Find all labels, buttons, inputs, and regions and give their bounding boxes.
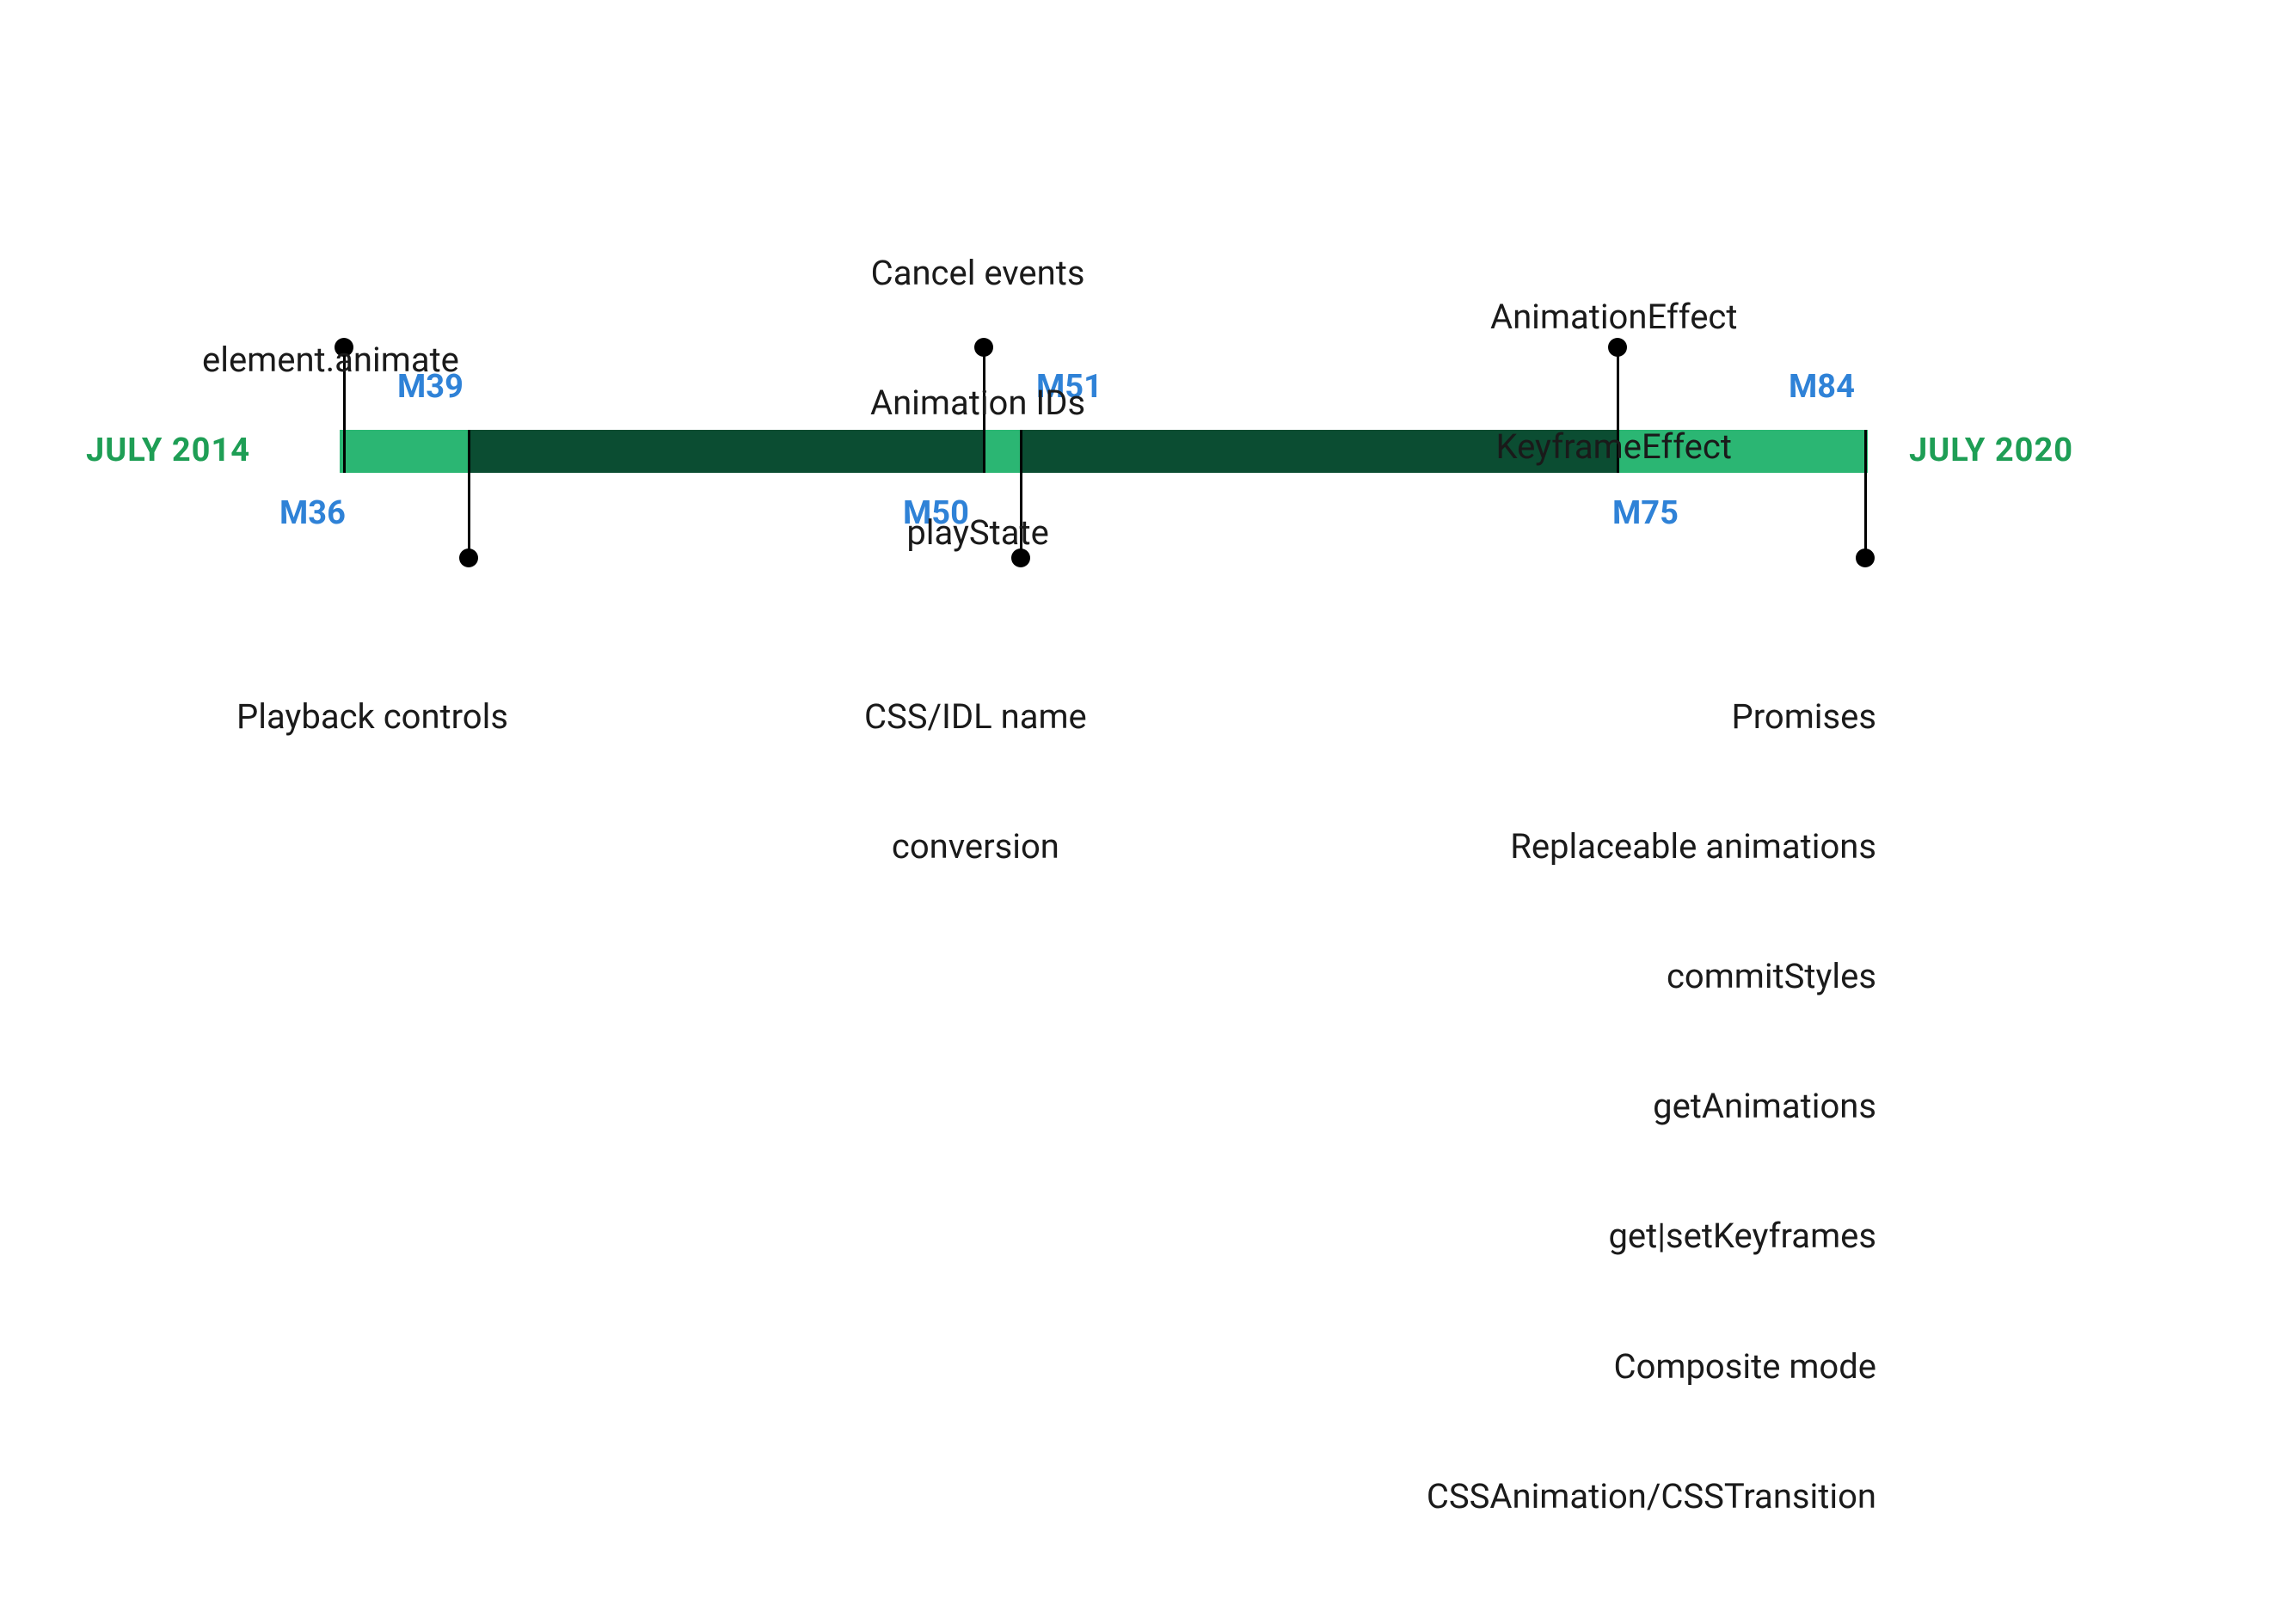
version-label-m84: M84 [1789,368,1855,406]
stem-m84 [1864,430,1867,556]
desc-m50: CSS/IDL name conversion [864,609,1087,955]
version-label-m36: M36 [279,494,346,532]
desc-line: getAnimations [1427,1085,1876,1128]
desc-line: playState [870,512,1085,554]
dot-m39 [459,548,478,567]
desc-m84: Promises Replaceable animations commitSt… [1427,609,1876,1605]
desc-line: AnimationEffect [1490,296,1737,339]
desc-m51: Cancel events Animation IDs playState [870,165,1085,641]
desc-line: Animation IDs [870,382,1085,425]
desc-m39: Playback controls [236,609,508,825]
end-date-label: JULY 2020 [1909,432,2073,469]
desc-line: Cancel events [870,252,1085,295]
desc-line: Replaceable animations [1427,825,1876,868]
timeline-diagram: JULY 2014 JULY 2020 M36 element.animate … [0,0,2296,1073]
desc-line: Playback controls [236,695,508,738]
stem-m39 [468,430,470,556]
desc-m36: element.animate [202,252,459,469]
desc-line: commitStyles [1427,955,1876,998]
desc-line: CSSAnimation/CSSTransition [1427,1475,1876,1518]
desc-line: Promises [1427,695,1876,738]
desc-line: Composite mode [1427,1345,1876,1388]
dot-m84 [1856,548,1875,567]
desc-line: KeyframeEffect [1490,426,1737,469]
desc-line: CSS/IDL name [864,695,1087,738]
desc-line: get|setKeyframes [1427,1215,1876,1258]
desc-m75: AnimationEffect KeyframeEffect [1490,209,1737,555]
version-label-m39: M39 [397,368,463,406]
desc-line: conversion [864,825,1087,868]
